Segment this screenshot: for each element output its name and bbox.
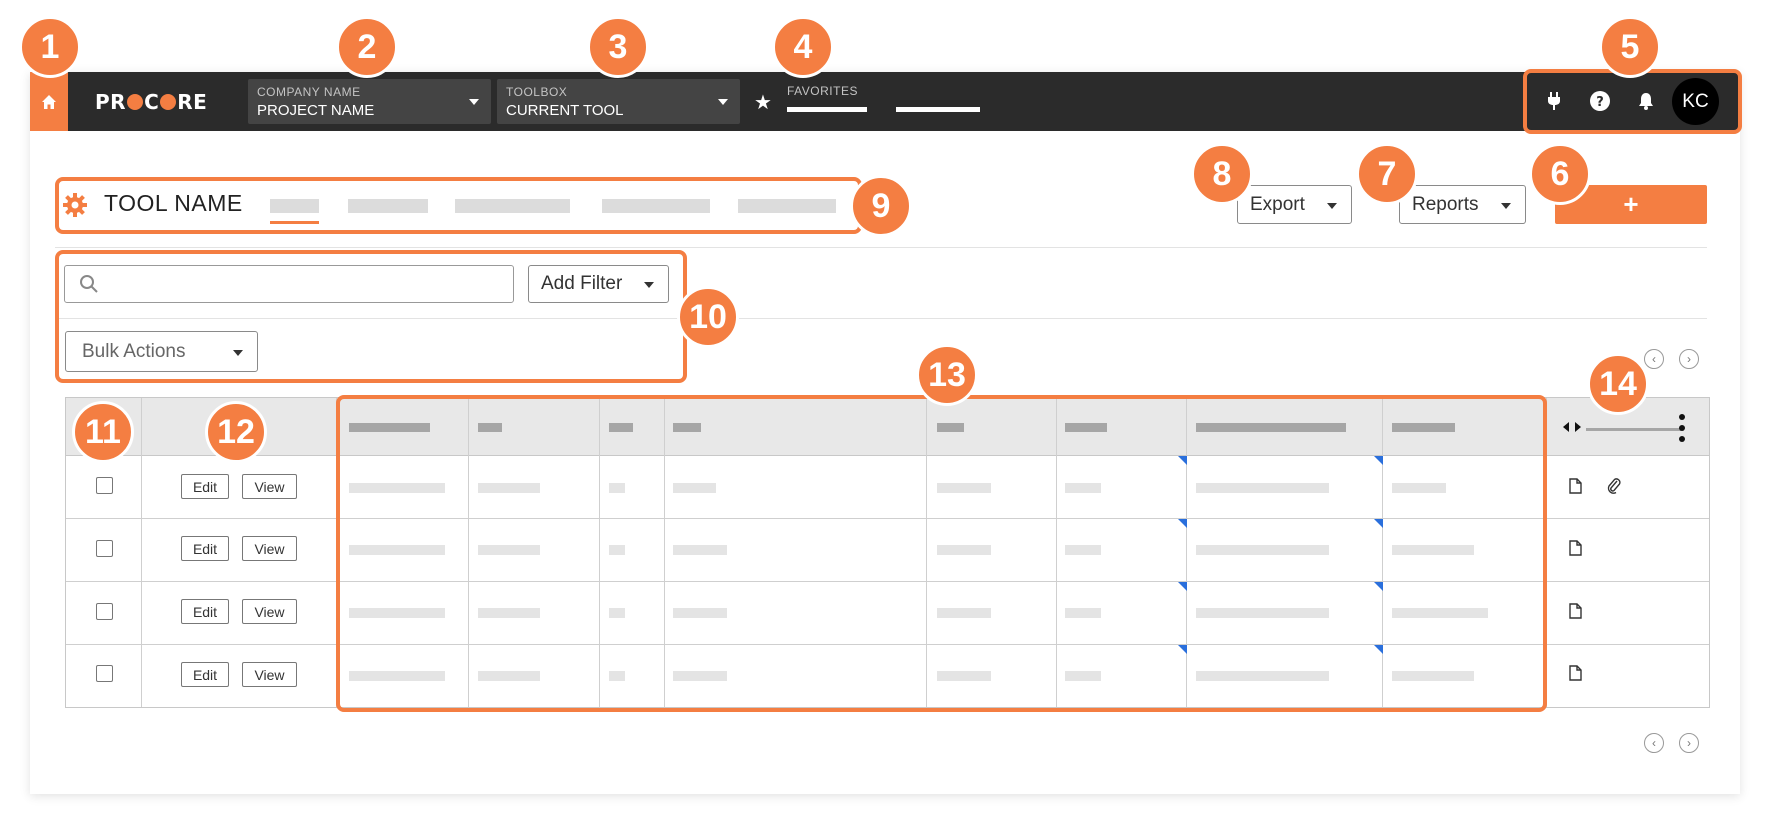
chevron-right-icon: ›: [1687, 736, 1691, 750]
file-icon[interactable]: [1569, 665, 1582, 681]
view-button[interactable]: View: [242, 662, 297, 687]
highlight-tool-header: [55, 177, 862, 234]
chevron-down-icon: [718, 99, 728, 105]
chevron-down-icon: [1327, 202, 1337, 209]
reports-label: Reports: [1412, 193, 1479, 215]
view-button[interactable]: View: [242, 474, 297, 499]
current-tool-name: CURRENT TOOL: [506, 102, 624, 119]
company-name-label: COMPANY NAME: [257, 85, 361, 99]
callout-badge: 12: [205, 401, 267, 463]
callout-badge: 8: [1191, 143, 1253, 205]
callout-badge: 4: [772, 16, 834, 78]
callout-badge: 1: [19, 16, 81, 78]
paperclip-icon[interactable]: [1606, 477, 1622, 495]
row-checkbox[interactable]: [96, 540, 113, 557]
file-icon[interactable]: [1569, 603, 1582, 619]
view-button[interactable]: View: [242, 599, 297, 624]
callout-badge: 2: [336, 16, 398, 78]
header-divider: [55, 247, 1707, 248]
highlight-filters: [55, 250, 687, 383]
highlight-global-actions: [1523, 69, 1742, 134]
project-name: PROJECT NAME: [257, 102, 375, 119]
page: PR C RE COMPANY NAME PROJECT NAME TOOLBOX …: [0, 0, 1770, 825]
favorite-link[interactable]: [896, 107, 980, 112]
callout-badge: 14: [1587, 353, 1649, 415]
chevron-left-icon: ‹: [1652, 736, 1656, 750]
callout-badge: 3: [587, 16, 649, 78]
column-resize-icon[interactable]: [1562, 420, 1582, 434]
callout-badge: 13: [916, 344, 978, 406]
edit-button[interactable]: Edit: [181, 599, 229, 624]
toolbox-label: TOOLBOX: [506, 85, 568, 99]
file-icon[interactable]: [1569, 478, 1582, 494]
edit-button[interactable]: Edit: [181, 662, 229, 687]
top-navigation-bar: PR C RE COMPANY NAME PROJECT NAME TOOLBOX …: [30, 72, 1740, 131]
chevron-left-icon: ‹: [1652, 352, 1656, 366]
edit-button[interactable]: Edit: [181, 536, 229, 561]
previous-page-button[interactable]: ‹: [1644, 349, 1664, 369]
callout-badge: 10: [677, 286, 739, 348]
more-options-icon[interactable]: [1678, 413, 1686, 443]
row-checkbox[interactable]: [96, 603, 113, 620]
callout-badge: 9: [850, 175, 912, 237]
highlight-data-columns: [336, 395, 1547, 712]
chevron-down-icon: [1501, 202, 1511, 209]
home-icon: [42, 94, 56, 109]
row-checkbox[interactable]: [96, 477, 113, 494]
star-icon[interactable]: ★: [754, 90, 772, 115]
logo-o-mark: [127, 94, 144, 110]
home-button[interactable]: [30, 72, 68, 131]
callout-badge: 11: [72, 401, 134, 463]
favorite-link[interactable]: [787, 107, 867, 112]
project-selector[interactable]: COMPANY NAME PROJECT NAME: [248, 79, 491, 124]
export-label: Export: [1250, 193, 1305, 215]
logo-o-mark: [160, 94, 177, 110]
callout-badge: 5: [1599, 16, 1661, 78]
next-page-button[interactable]: ›: [1679, 349, 1699, 369]
column-resize-track[interactable]: [1586, 428, 1681, 431]
favorites-label: FAVORITES: [787, 84, 858, 98]
tool-selector[interactable]: TOOLBOX CURRENT TOOL: [497, 79, 740, 124]
next-page-button[interactable]: ›: [1679, 733, 1699, 753]
chevron-down-icon: [469, 99, 479, 105]
row-checkbox[interactable]: [96, 665, 113, 682]
reports-dropdown[interactable]: Reports: [1399, 185, 1526, 224]
chevron-right-icon: ›: [1687, 352, 1691, 366]
export-dropdown[interactable]: Export: [1237, 185, 1352, 224]
edit-button[interactable]: Edit: [181, 474, 229, 499]
callout-badge: 7: [1356, 143, 1418, 205]
file-icon[interactable]: [1569, 540, 1582, 556]
previous-page-button[interactable]: ‹: [1644, 733, 1664, 753]
callout-badge: 6: [1529, 143, 1591, 205]
view-button[interactable]: View: [242, 536, 297, 561]
procore-logo[interactable]: PR C RE: [95, 90, 207, 114]
column-divider: [141, 398, 142, 707]
